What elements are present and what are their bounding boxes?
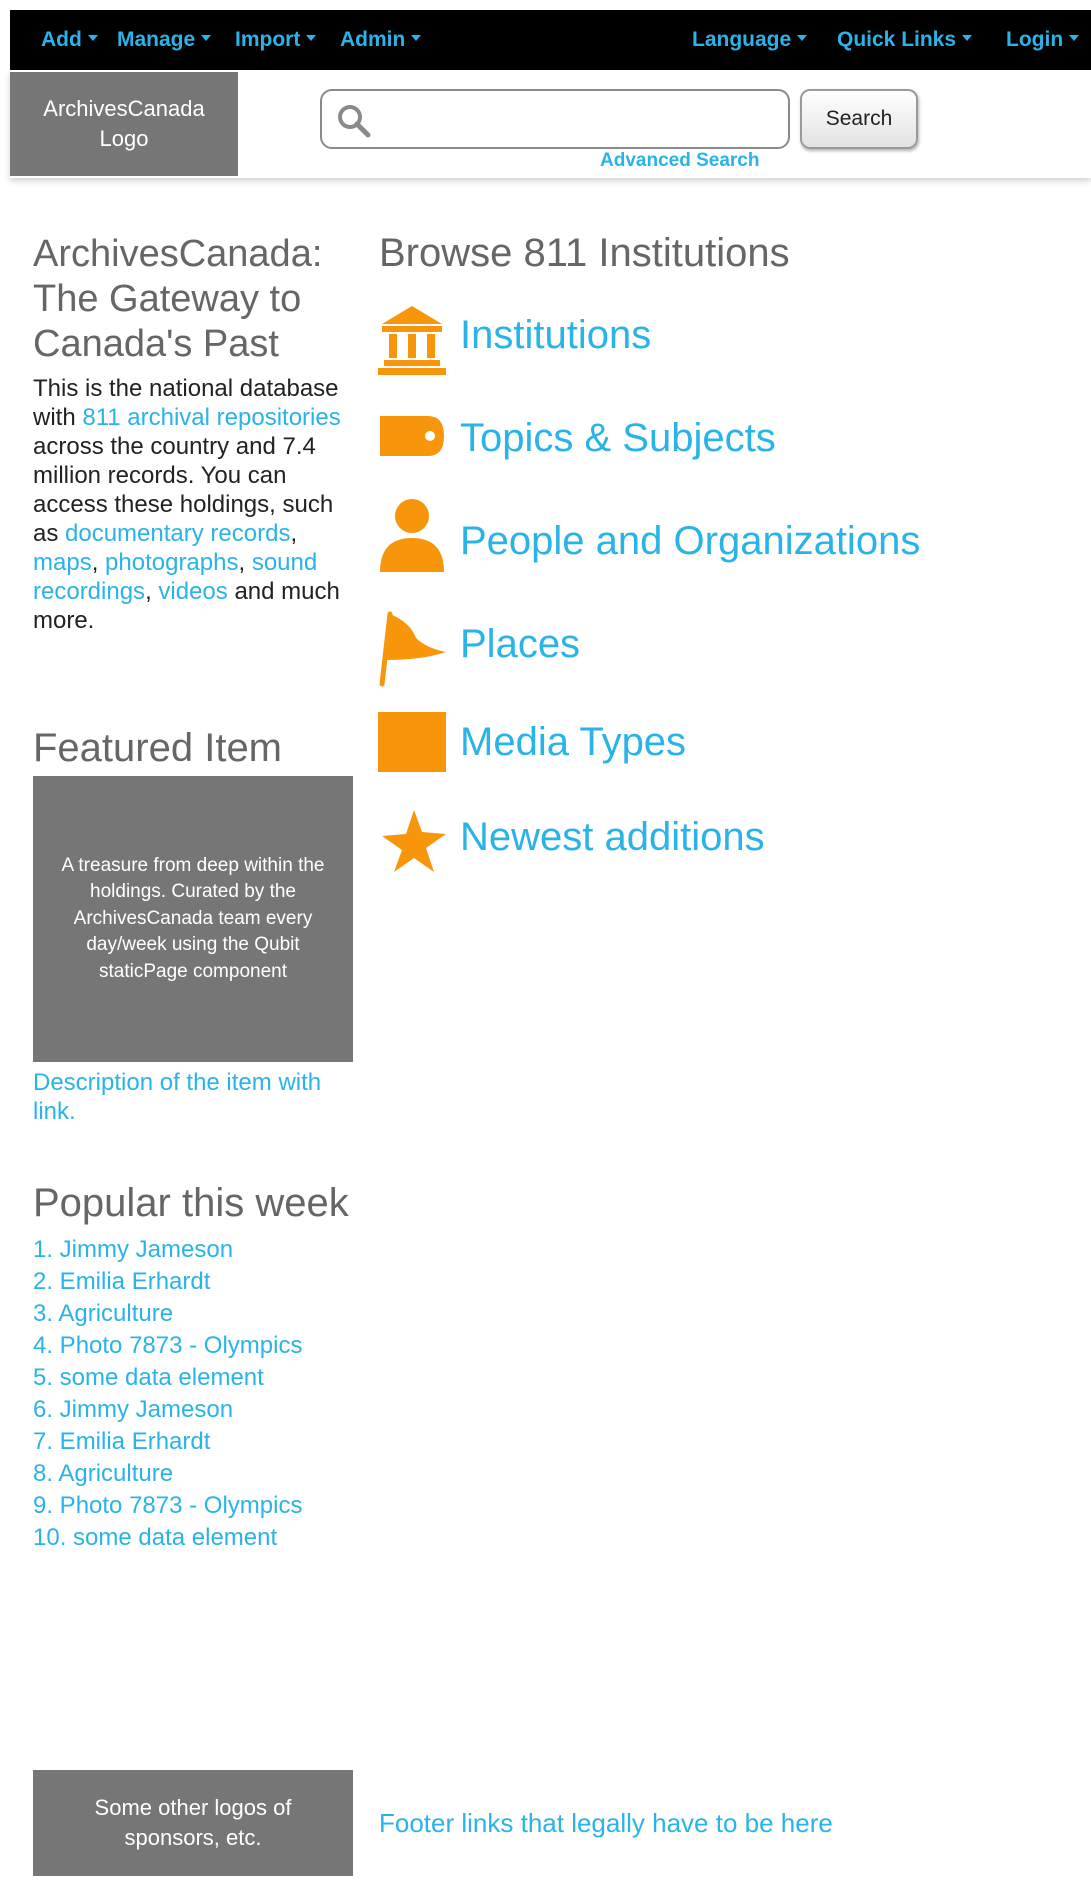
browse-topics-label: Topics & Subjects xyxy=(460,416,776,460)
separator: , xyxy=(290,520,298,547)
browse-newest-additions[interactable]: Newest additions xyxy=(376,806,1026,886)
tag-icon xyxy=(380,416,444,456)
nav-language-menu[interactable]: Language xyxy=(692,28,808,52)
chevron-down-icon xyxy=(411,35,422,42)
separator: , xyxy=(91,549,106,576)
featured-title: Featured Item xyxy=(33,726,283,770)
popular-item[interactable]: 8. Agriculture xyxy=(33,1458,302,1490)
search-box[interactable] xyxy=(320,89,790,149)
search-input[interactable] xyxy=(382,99,781,141)
chevron-down-icon xyxy=(87,35,98,42)
popular-item[interactable]: 5. some data element xyxy=(33,1362,302,1394)
nav-manage-label: Manage xyxy=(117,28,196,51)
browse-places[interactable]: Places xyxy=(376,608,1026,688)
popular-item[interactable]: 4. Photo 7873 - Olympics xyxy=(33,1330,302,1362)
nav-add-menu[interactable]: Add xyxy=(41,28,98,52)
videos-link[interactable]: videos xyxy=(158,578,227,605)
popular-item[interactable]: 7. Emilia Erhardt xyxy=(33,1426,302,1458)
browse-media-types[interactable]: Media Types xyxy=(376,708,1026,788)
search-icon xyxy=(338,105,371,138)
popular-item[interactable]: 9. Photo 7873 - Olympics xyxy=(33,1490,302,1522)
star-icon xyxy=(382,810,446,872)
popular-item[interactable]: 1. Jimmy Jameson xyxy=(33,1234,302,1266)
browse-places-label: Places xyxy=(460,622,581,666)
search-button[interactable]: Search xyxy=(800,89,918,149)
search-button-label: Search xyxy=(825,107,893,130)
advanced-search-link[interactable]: Advanced Search xyxy=(600,150,759,172)
featured-description-link[interactable]: Description of the item with link. xyxy=(33,1068,363,1126)
nav-login-label: Login xyxy=(1006,28,1064,51)
nav-admin-menu[interactable]: Admin xyxy=(340,28,422,52)
separator: , xyxy=(238,549,252,576)
nav-import-label: Import xyxy=(235,28,301,51)
nav-admin-label: Admin xyxy=(340,28,406,51)
popular-list: 1. Jimmy Jameson 2. Emilia Erhardt 3. Ag… xyxy=(33,1234,302,1554)
popular-item[interactable]: 3. Agriculture xyxy=(33,1298,302,1330)
browse-title: Browse 811 Institutions xyxy=(379,231,790,275)
nav-login-menu[interactable]: Login xyxy=(1006,28,1080,52)
nav-add-label: Add xyxy=(41,28,82,51)
featured-item-text: A treasure from deep within the holdings… xyxy=(61,854,325,982)
chevron-down-icon xyxy=(797,35,808,42)
browse-people-label: People and Organizations xyxy=(460,519,921,563)
intro-text: This is the national database with 811 a… xyxy=(33,374,358,635)
sponsor-text: Some other logos of sponsors, etc. xyxy=(94,1795,292,1850)
browse-newest-label: Newest additions xyxy=(460,815,765,859)
nav-quick-links-menu[interactable]: Quick Links xyxy=(837,28,973,52)
browse-media-label: Media Types xyxy=(460,720,687,764)
media-square-icon xyxy=(378,712,446,772)
chevron-down-icon xyxy=(962,35,973,42)
footer-links[interactable]: Footer links that legally have to be her… xyxy=(379,1808,833,1838)
photographs-link[interactable]: photographs xyxy=(105,549,238,576)
sponsor-logos: Some other logos of sponsors, etc. xyxy=(33,1770,353,1876)
nav-quick-links-label: Quick Links xyxy=(837,28,957,51)
browse-institutions[interactable]: Institutions xyxy=(376,298,1026,378)
browse-people-organizations[interactable]: People and Organizations xyxy=(376,496,1026,576)
separator: , xyxy=(145,578,159,605)
popular-item[interactable]: 10. some data element xyxy=(33,1522,302,1554)
chevron-down-icon xyxy=(201,35,212,42)
institution-icon xyxy=(378,306,446,375)
page: Add Manage Import Admin Language Quick L… xyxy=(0,0,1091,1893)
browse-institutions-label: Institutions xyxy=(460,313,652,357)
maps-link[interactable]: maps xyxy=(33,549,92,576)
repositories-link[interactable]: 811 archival repositories xyxy=(82,404,340,431)
popular-title: Popular this week xyxy=(33,1181,349,1225)
featured-item-image[interactable]: A treasure from deep within the holdings… xyxy=(33,776,353,1062)
site-logo-text: ArchivesCanada Logo xyxy=(43,96,205,151)
popular-item[interactable]: 2. Emilia Erhardt xyxy=(33,1266,302,1298)
site-logo[interactable]: ArchivesCanada Logo xyxy=(10,72,238,176)
nav-language-label: Language xyxy=(692,28,792,51)
popular-item[interactable]: 6. Jimmy Jameson xyxy=(33,1394,302,1426)
intro-title: ArchivesCanada: The Gateway to Canada's … xyxy=(33,233,323,365)
person-icon xyxy=(380,499,444,572)
browse-topics-subjects[interactable]: Topics & Subjects xyxy=(376,398,1026,478)
flag-icon xyxy=(379,611,446,687)
nav-manage-menu[interactable]: Manage xyxy=(117,28,212,52)
nav-import-menu[interactable]: Import xyxy=(235,28,317,52)
chevron-down-icon xyxy=(1069,35,1080,42)
documentary-records-link[interactable]: documentary records xyxy=(65,520,290,547)
chevron-down-icon xyxy=(306,35,317,42)
